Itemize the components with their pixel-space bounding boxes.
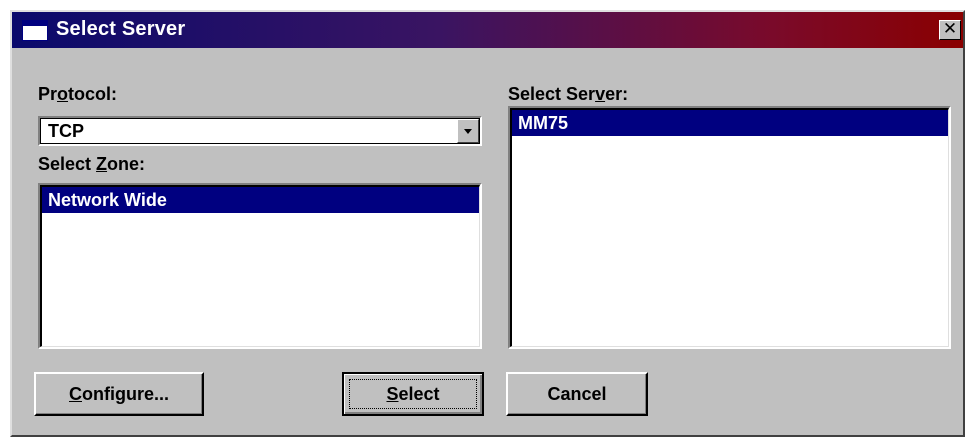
- zone-label: Select Zone:: [38, 154, 146, 174]
- server-label: Select Server:: [508, 84, 629, 104]
- window-icon: [22, 20, 48, 41]
- select-button[interactable]: Select: [342, 372, 484, 416]
- zone-list-item[interactable]: Network Wide: [42, 187, 479, 213]
- window-title: Select Server: [56, 18, 186, 40]
- protocol-label: Protocol:: [38, 84, 118, 104]
- close-button[interactable]: ✕: [939, 20, 961, 40]
- protocol-value: TCP: [48, 121, 84, 141]
- cancel-button[interactable]: Cancel: [506, 372, 648, 416]
- close-icon: ✕: [942, 19, 958, 39]
- zone-listbox[interactable]: Network Wide: [38, 183, 482, 349]
- select-server-dialog: Select Server ✕ Protocol: TCP Select Zon…: [10, 10, 965, 437]
- configure-button[interactable]: Configure...: [34, 372, 204, 416]
- chevron-down-icon[interactable]: [457, 119, 479, 143]
- protocol-dropdown[interactable]: TCP: [38, 116, 482, 146]
- server-listbox[interactable]: MM75: [508, 106, 951, 349]
- title-bar[interactable]: Select Server ✕: [12, 12, 963, 48]
- server-list-item[interactable]: MM75: [512, 110, 948, 136]
